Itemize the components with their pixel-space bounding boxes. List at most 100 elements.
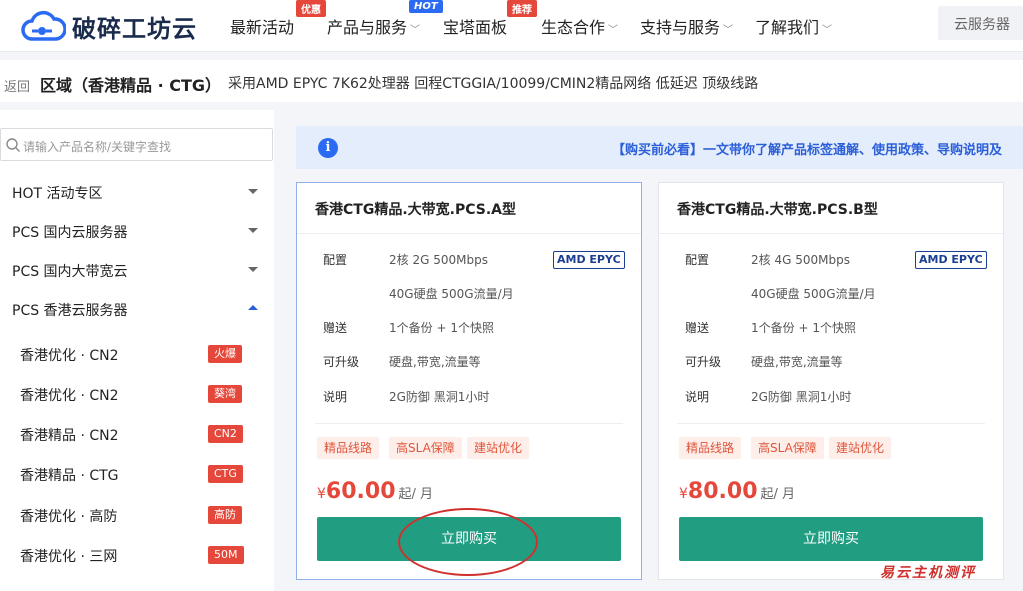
sidebar-item-tag: 火爆 <box>208 345 242 363</box>
sidebar-item-hk-opt-triple[interactable]: 香港优化 · 三网 <box>20 546 117 566</box>
nav-item-label: 了解我们 <box>755 18 820 37</box>
product-list: i 【购买前必看】一文带你了解产品标签通解、使用政策、导购说明及 香港CTG精品… <box>282 110 1023 591</box>
sidebar-item-hk-opt-ddos[interactable]: 香港优化 · 高防 <box>20 506 117 526</box>
upgrade-label: 可升级 <box>323 355 360 369</box>
sidebar-group-hot[interactable]: HOT 活动专区 <box>12 183 103 203</box>
product-card-b: 香港CTG精品.大带宽.PCS.B型 配置 2核 4G 500Mbps AMD … <box>658 182 1004 580</box>
product-search-field[interactable]: 请输入产品名称/关键字查找 <box>0 128 273 161</box>
notice-banner[interactable]: i 【购买前必看】一文带你了解产品标签通解、使用政策、导购说明及 <box>296 126 1023 169</box>
caret-down-icon[interactable] <box>248 189 258 194</box>
config-value-2: 40G硬盘 500G流量/月 <box>751 287 876 301</box>
feature-tag: 建站优化 <box>467 437 530 459</box>
nav-badge: HOT <box>409 0 443 13</box>
gift-value: 1个备份 + 1个快照 <box>389 321 494 335</box>
divider <box>297 233 641 234</box>
feature-tag: 高SLA保障 <box>751 437 824 459</box>
price-currency: ¥ <box>679 486 688 502</box>
sidebar-group-domestic-cloud[interactable]: PCS 国内云服务器 <box>12 222 128 242</box>
gift-value: 1个备份 + 1个快照 <box>751 321 856 335</box>
caret-up-icon[interactable] <box>248 305 258 310</box>
nav-item-label: 产品与服务 <box>327 18 408 37</box>
sidebar-item-hk-opt-cn2-2[interactable]: 香港优化 · CN2 <box>20 385 119 405</box>
caret-down-icon[interactable] <box>248 228 258 233</box>
nav-item-about[interactable]: 了解我们 ﹀ <box>755 14 832 38</box>
search-icon <box>6 138 20 152</box>
sidebar-item-tag: CTG <box>208 465 243 483</box>
product-sidebar: 请输入产品名称/关键字查找 HOT 活动专区 PCS 国内云服务器 PCS 国内… <box>0 110 274 591</box>
buy-button[interactable]: 立即购买 <box>679 517 983 561</box>
sidebar-item-tag: 葵湾 <box>208 385 242 403</box>
gift-label: 赠送 <box>323 321 348 335</box>
nav-item-products[interactable]: 产品与服务 ﹀ HOT <box>327 0 443 38</box>
feature-tag: 精品线路 <box>317 437 380 459</box>
watermark: 易云主机测评 <box>880 565 976 581</box>
brand-logo[interactable]: 破碎工坊云 <box>20 6 197 46</box>
search-placeholder: 请输入产品名称/关键字查找 <box>23 140 172 154</box>
price-unit: 起/ 月 <box>398 487 434 502</box>
card-title: 香港CTG精品.大带宽.PCS.B型 <box>677 202 878 218</box>
divider <box>677 423 985 424</box>
chevron-down-icon: ﹀ <box>723 25 734 36</box>
nav-item-support[interactable]: 支持与服务 ﹀ <box>640 14 733 38</box>
nav-badge: 推荐 <box>507 0 537 17</box>
caret-down-icon[interactable] <box>248 267 258 272</box>
sidebar-group-domestic-bandwidth[interactable]: PCS 国内大带宽云 <box>12 261 128 281</box>
config-label: 配置 <box>685 253 710 267</box>
price-amount: 80.00 <box>687 479 758 504</box>
sidebar-item-hk-opt-cn2[interactable]: 香港优化 · CN2 <box>20 345 119 365</box>
feature-tag: 高SLA保障 <box>389 437 462 459</box>
notice-text[interactable]: 【购买前必看】一文带你了解产品标签通解、使用政策、导购说明及 <box>612 139 1002 158</box>
top-navbar: 破碎工坊云 最新活动 优惠 产品与服务 ﹀ HOT 宝塔面板 推荐 生态合作 ﹀ 支… <box>0 0 1023 52</box>
info-icon: i <box>318 138 338 158</box>
config-value: 2核 4G 500Mbps <box>751 253 850 267</box>
feature-tag: 建站优化 <box>829 437 892 459</box>
nav-item-label: 生态合作 <box>541 18 606 37</box>
sidebar-item-tag: 高防 <box>208 506 242 524</box>
top-search-box[interactable]: 云服务器 <box>938 6 1023 40</box>
nav-badge: 优惠 <box>296 0 326 17</box>
note-value: 2G防御 黑洞1小时 <box>751 390 852 404</box>
region-description: 采用AMD EPYC 7K62处理器 回程CTGGIA/10099/CMIN2精… <box>228 76 759 92</box>
nav-item-activities[interactable]: 最新活动 优惠 <box>230 0 326 38</box>
nav-item-label: 宝塔面板 <box>443 18 508 37</box>
note-value: 2G防御 黑洞1小时 <box>389 390 490 404</box>
cpu-badge: AMD EPYC <box>553 251 625 269</box>
sidebar-item-tag: CN2 <box>208 425 243 443</box>
config-label: 配置 <box>323 253 348 267</box>
divider <box>659 233 1003 234</box>
back-link[interactable]: 返回 <box>4 76 30 95</box>
brand-name: 破碎工坊云 <box>72 14 197 43</box>
feature-tag: 精品线路 <box>679 437 742 459</box>
price-unit: 起/ 月 <box>760 487 796 502</box>
chevron-down-icon: ﹀ <box>410 25 421 36</box>
config-value: 2核 2G 500Mbps <box>389 253 488 267</box>
upgrade-value: 硬盘,带宽,流量等 <box>389 355 481 369</box>
nav-item-label: 支持与服务 <box>640 18 721 37</box>
nav-item-label: 最新活动 <box>230 18 295 37</box>
sidebar-item-hk-premium-cn2[interactable]: 香港精品 · CN2 <box>20 425 119 445</box>
divider <box>315 423 623 424</box>
price: ¥60.00 起/ 月 <box>317 479 433 504</box>
price: ¥80.00 起/ 月 <box>679 479 795 504</box>
sidebar-item-hk-premium-ctg[interactable]: 香港精品 · CTG <box>20 465 119 485</box>
card-title: 香港CTG精品.大带宽.PCS.A型 <box>315 202 516 218</box>
gift-label: 赠送 <box>685 321 710 335</box>
upgrade-value: 硬盘,带宽,流量等 <box>751 355 843 369</box>
price-currency: ¥ <box>317 486 326 502</box>
region-title: 区域（香港精品 · CTG） <box>40 76 222 95</box>
cpu-badge: AMD EPYC <box>915 251 987 269</box>
sidebar-item-tag: 50M <box>208 546 244 564</box>
chevron-down-icon: ﹀ <box>822 25 833 36</box>
annotation-circle <box>398 508 538 576</box>
chevron-down-icon: ﹀ <box>608 25 619 36</box>
sidebar-group-hk-cloud[interactable]: PCS 香港云服务器 <box>12 300 128 320</box>
upgrade-label: 可升级 <box>685 355 722 369</box>
nav-item-ecosystem[interactable]: 生态合作 ﹀ <box>541 14 618 38</box>
config-value-2: 40G硬盘 500G流量/月 <box>389 287 514 301</box>
nav-item-baota[interactable]: 宝塔面板 推荐 <box>443 0 537 38</box>
region-header: 返回 区域（香港精品 · CTG） 采用AMD EPYC 7K62处理器 回程C… <box>0 60 1023 102</box>
note-label: 说明 <box>323 390 348 404</box>
note-label: 说明 <box>685 390 710 404</box>
cloud-logo-icon <box>21 10 66 41</box>
price-amount: 60.00 <box>325 479 396 504</box>
